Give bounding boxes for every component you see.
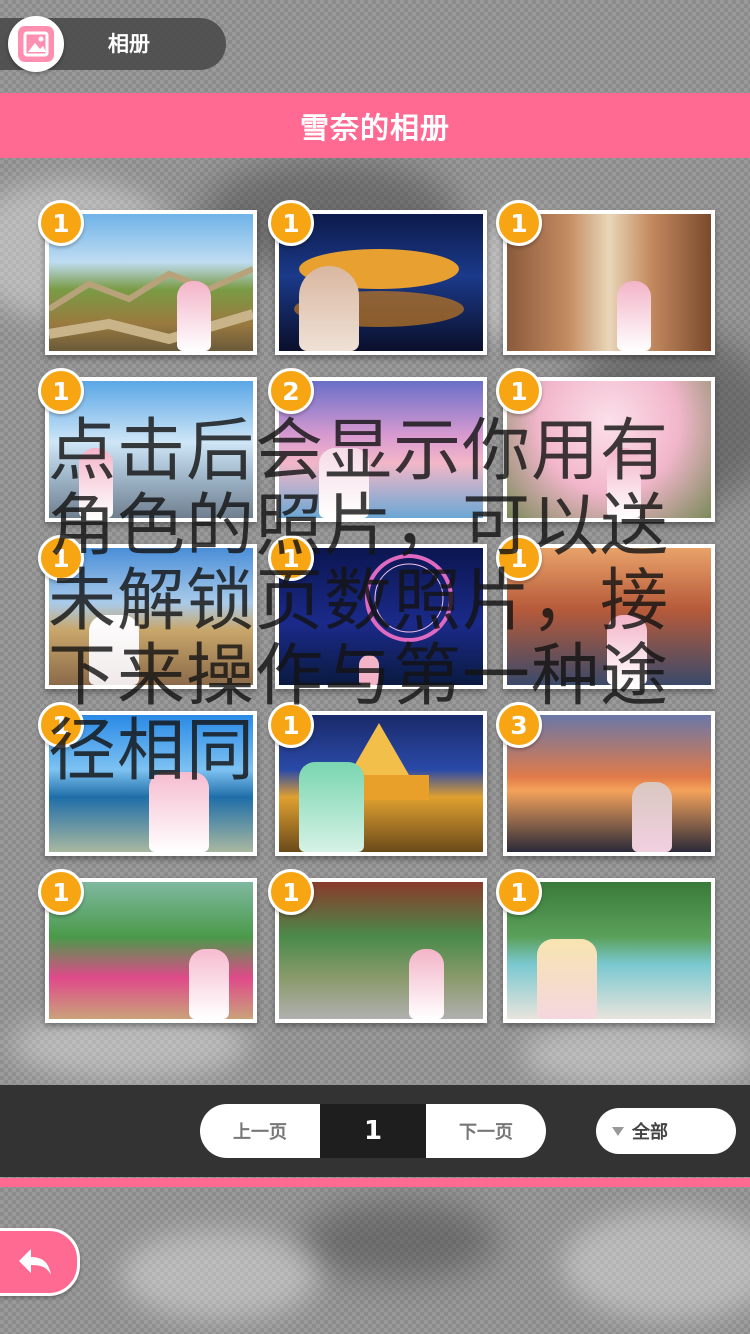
photo-count-badge: 1	[38, 200, 84, 246]
photo-count-badge: 1	[38, 368, 84, 414]
photo-count-badge: 1	[496, 368, 542, 414]
pager: 上一页 1 下一页	[200, 1104, 546, 1160]
prev-page-button[interactable]: 上一页	[200, 1104, 320, 1158]
album-tab-label: 相册	[108, 32, 150, 56]
page-number: 1	[320, 1104, 426, 1158]
dropdown-triangle-icon	[612, 1126, 624, 1136]
photo-count-badge: 1	[268, 200, 314, 246]
photo-count-badge: 1	[268, 869, 314, 915]
photo-count-badge: 2	[268, 368, 314, 414]
album-tab[interactable]: 相册	[0, 16, 226, 72]
filter-selected-value: 全部	[632, 1122, 668, 1143]
photo-count-badge: 1	[496, 200, 542, 246]
photo-count-badge: 1	[496, 869, 542, 915]
next-page-button[interactable]: 下一页	[426, 1104, 546, 1158]
photo-count-badge: 1	[38, 869, 84, 915]
photo-album-icon	[8, 16, 64, 72]
back-arrow-icon	[19, 1249, 51, 1275]
filter-dropdown[interactable]: 全部	[596, 1108, 736, 1154]
divider-line	[0, 1178, 750, 1187]
album-title-bar: 雪奈的相册	[0, 93, 750, 158]
back-button[interactable]	[0, 1228, 80, 1296]
page-title: 雪奈的相册	[299, 110, 450, 145]
instruction-overlay-text: 点击后会显示你用有角色的照片，可以送未解锁页数照片，接下来操作与第一种途径相同	[48, 412, 670, 791]
